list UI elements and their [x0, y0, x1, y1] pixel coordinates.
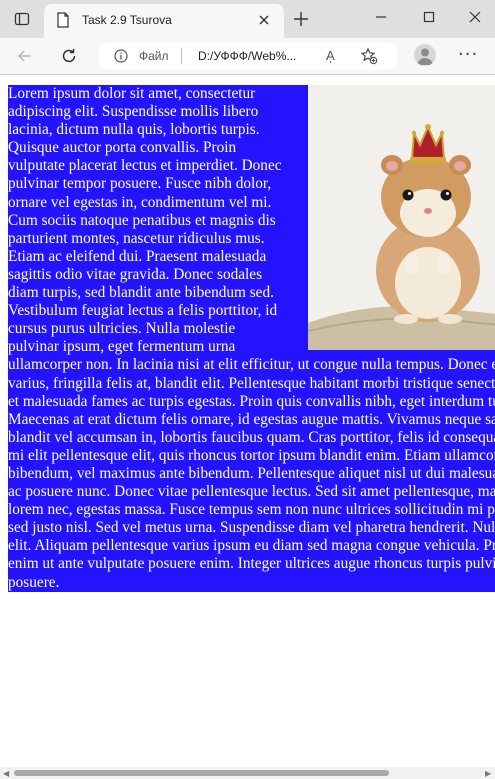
tab-actions-icon: [14, 12, 30, 26]
tab-strip: Task 2.9 Tsurova: [0, 0, 495, 38]
maximize-icon[interactable]: [422, 10, 436, 24]
tab-actions-button[interactable]: [8, 8, 36, 30]
back-button[interactable]: [14, 45, 36, 67]
info-icon[interactable]: [114, 49, 128, 63]
horizontal-scrollbar[interactable]: ◀ ▶: [0, 767, 495, 779]
scrollbar-thumb[interactable]: [14, 770, 389, 776]
address-separator: [181, 48, 182, 64]
file-scheme-label: Файл: [139, 49, 169, 63]
read-aloud-button[interactable]: A̩: [326, 48, 335, 63]
page-icon: [57, 12, 69, 28]
url-text[interactable]: D:/УФФФ/Web%...: [198, 49, 296, 63]
scroll-left-arrow-icon[interactable]: ◀: [3, 769, 9, 778]
active-tab[interactable]: Task 2.9 Tsurova: [44, 4, 284, 38]
plus-icon[interactable]: [292, 10, 310, 28]
hamster-with-crown-icon: [308, 85, 495, 350]
address-bar[interactable]: Файл D:/УФФФ/Web%... A̩: [98, 42, 398, 70]
text-block: Lorem ipsum dolor sit amet, consectetur …: [8, 85, 495, 592]
refresh-button[interactable]: [58, 45, 80, 67]
profile-avatar-icon[interactable]: [414, 44, 436, 66]
minimize-icon[interactable]: [374, 10, 388, 24]
hamster-image: [308, 85, 495, 350]
page-viewport: Lorem ipsum dolor sit amet, consectetur …: [0, 75, 495, 767]
back-arrow-icon: [17, 50, 31, 62]
scroll-right-arrow-icon[interactable]: ▶: [485, 769, 491, 778]
add-favorite-icon[interactable]: [360, 47, 378, 65]
more-icon[interactable]: ···: [458, 44, 478, 65]
close-icon[interactable]: [258, 14, 270, 26]
close-window-icon[interactable]: [468, 10, 482, 24]
tab-title: Task 2.9 Tsurova: [82, 13, 172, 27]
refresh-icon: [62, 49, 76, 63]
navigation-toolbar: Файл D:/УФФФ/Web%... A̩ ···: [0, 38, 495, 75]
